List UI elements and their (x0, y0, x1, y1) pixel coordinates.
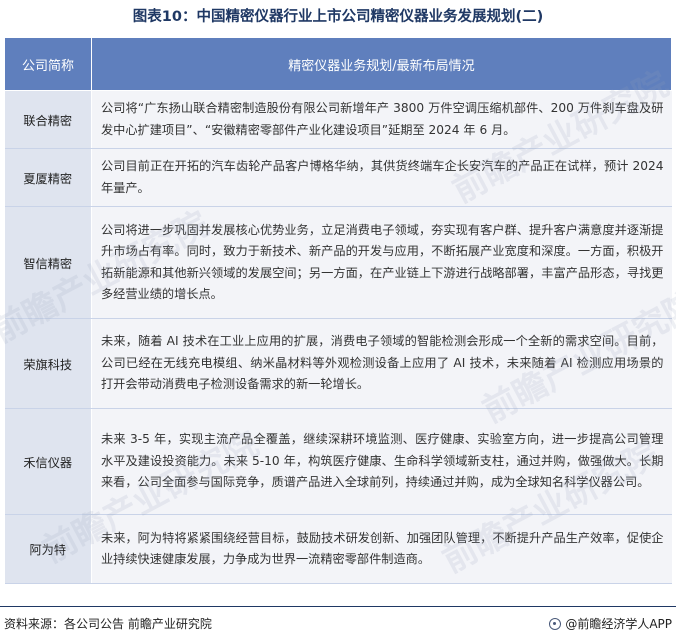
company-name: 夏厦精密 (4, 148, 92, 207)
table-row: 智信精密 公司将进一步巩固并发展核心优势业务，立足消费电子领域，夯实现有客户群、… (4, 206, 672, 319)
company-name: 联合精密 (4, 90, 92, 149)
plan-description: 公司将“广东扬山联合精密制造股份有限公司新增年产 3800 万件空调压缩机部件、… (91, 90, 672, 149)
page-title: 图表10：中国精密仪器行业上市公司精密仪器业务发展规划(二) (132, 9, 544, 25)
table-row: 荣旗科技 未来，随着 AI 技术在工业上应用的扩展，消费电子领域的智能检测会形成… (4, 318, 672, 409)
table-row: 夏厦精密 公司目前正在开拓的汽车齿轮产品客户博格华纳，其供货终端车企长安汽车的产… (4, 148, 672, 207)
plan-description: 未来，随着 AI 技术在工业上应用的扩展，消费电子领域的智能检测会形成一个全新的… (91, 318, 672, 409)
brand-label: @前瞻经济学人APP (565, 617, 672, 631)
header-company: 公司简称 (4, 37, 92, 91)
company-name: 荣旗科技 (4, 318, 92, 409)
plan-description: 未来，阿为特将紧紧围绕经营目标，鼓励技术研发创新、加强团队管理，不断提升产品生产… (91, 514, 672, 584)
source-note: 资料来源：各公司公告 前瞻产业研究院 (4, 617, 212, 631)
table-header-row: 公司简称 精密仪器业务规划/最新布局情况 (4, 37, 672, 91)
plan-description: 未来 3-5 年，实现主流产品全覆盖，继续深耕环境监测、医疗健康、实验室方向，进… (91, 408, 672, 515)
company-name: 阿为特 (4, 514, 92, 584)
table-row: 禾信仪器 未来 3-5 年，实现主流产品全覆盖，继续深耕环境监测、医疗健康、实验… (4, 408, 672, 515)
plan-description: 公司将进一步巩固并发展核心优势业务，立足消费电子领域，夯实现有客户群、提升客户满… (91, 206, 672, 319)
company-name: 智信精密 (4, 206, 92, 319)
plan-table-container: 公司简称 精密仪器业务规划/最新布局情况 联合精密 公司将“广东扬山联合精密制造… (4, 37, 672, 584)
table-row: 阿为特 未来，阿为特将紧紧围绕经营目标，鼓励技术研发创新、加强团队管理，不断提升… (4, 514, 672, 584)
company-name: 禾信仪器 (4, 408, 92, 515)
brand-credit: @前瞻经济学人APP (549, 615, 672, 632)
table-row: 联合精密 公司将“广东扬山联合精密制造股份有限公司新增年产 3800 万件空调压… (4, 90, 672, 149)
brand-logo-icon (549, 617, 562, 630)
plan-description: 公司目前正在开拓的汽车齿轮产品客户博格华纳，其供货终端车企长安汽车的产品正在试样… (91, 148, 672, 207)
footer: 资料来源：各公司公告 前瞻产业研究院 @前瞻经济学人APP (0, 606, 676, 642)
plan-table: 公司简称 精密仪器业务规划/最新布局情况 联合精密 公司将“广东扬山联合精密制造… (4, 37, 672, 584)
header-plan: 精密仪器业务规划/最新布局情况 (91, 37, 672, 91)
